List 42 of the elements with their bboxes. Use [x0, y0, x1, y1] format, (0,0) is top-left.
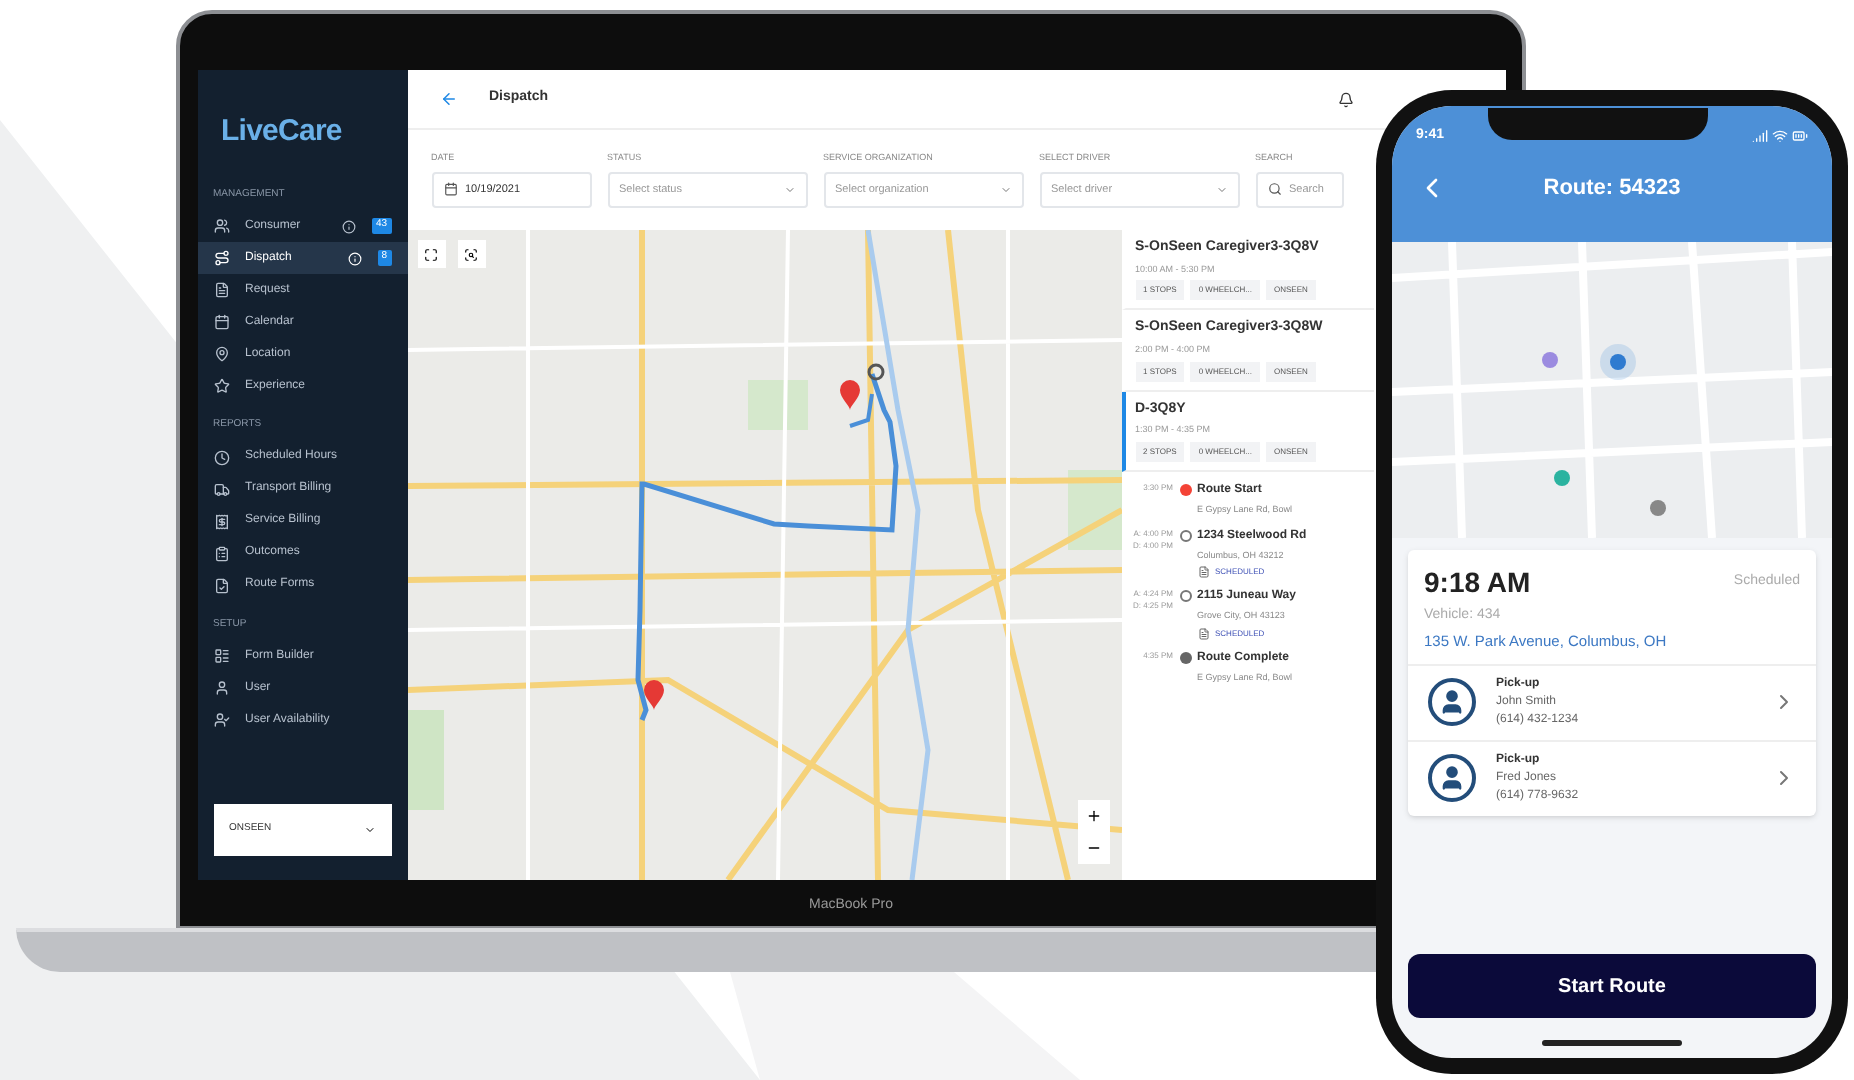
- nav-icon: [213, 314, 229, 330]
- trip-time: 9:18 AM: [1424, 564, 1531, 602]
- caret-icon: [1215, 183, 1227, 196]
- nav-icon: [213, 712, 229, 728]
- start-route-button[interactable]: Start Route: [1408, 954, 1816, 1018]
- search-icon: [1267, 182, 1281, 197]
- nav-icon: [213, 378, 229, 394]
- nav-icon: [213, 513, 229, 529]
- nav-icon: [213, 680, 229, 696]
- person-avatar-icon: [1428, 678, 1476, 727]
- logo: LiveCare: [219, 112, 344, 152]
- nav-icon: [213, 577, 229, 593]
- nav-icon: [213, 545, 229, 561]
- signal-icon: [1751, 128, 1768, 145]
- person-avatar-icon: [1428, 754, 1476, 803]
- nav-icon: [213, 481, 229, 497]
- nav-icon: [213, 346, 229, 362]
- document-icon: [1197, 628, 1209, 640]
- home-indicator: [1542, 1040, 1682, 1046]
- nav-icon: [213, 282, 229, 298]
- document-icon: [1197, 566, 1209, 579]
- caret-icon: [363, 824, 375, 836]
- back-arrow-icon[interactable]: [439, 90, 457, 108]
- focus-icon: [464, 247, 478, 261]
- info-icon: [347, 251, 362, 265]
- caret-icon: [783, 183, 795, 196]
- wifi-icon: [1771, 128, 1788, 145]
- bell-icon[interactable]: [1337, 91, 1353, 107]
- focus-button[interactable]: [457, 240, 485, 268]
- nav-icon: [213, 218, 229, 234]
- nav-icon: [213, 648, 229, 664]
- zoom-in-button[interactable]: [1077, 800, 1109, 832]
- route-title: Route: 54323: [1541, 173, 1683, 203]
- caret-icon: [999, 183, 1011, 196]
- info-icon: [341, 219, 356, 233]
- nav-icon: [213, 250, 229, 266]
- calendar-icon: [443, 182, 457, 197]
- fullscreen-button[interactable]: [417, 240, 445, 268]
- battery-icon: [1791, 128, 1808, 145]
- fullscreen-icon: [424, 247, 438, 261]
- nav-icon: [213, 449, 229, 465]
- plus-icon: [1085, 808, 1101, 824]
